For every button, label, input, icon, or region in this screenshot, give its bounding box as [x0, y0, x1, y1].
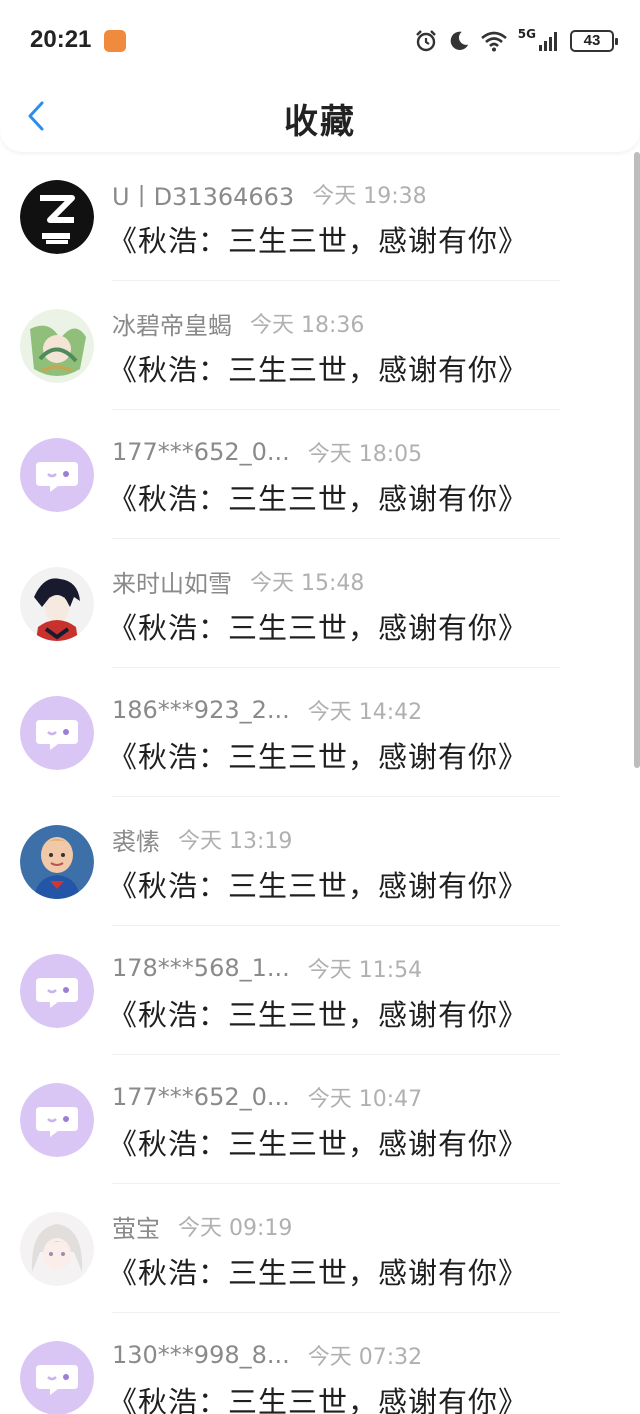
- username: 来时山如雪: [112, 569, 232, 598]
- avatar[interactable]: [20, 438, 94, 512]
- network-type-label: 5G: [517, 27, 536, 41]
- default-chat-avatar-icon: [20, 954, 94, 1028]
- timestamp: 今天 18:05: [307, 442, 423, 467]
- logo-avatar-icon: [20, 180, 94, 254]
- message-text: 《秋浩：三生三世，感谢有你》: [108, 998, 529, 1032]
- top-nav-bar: 收藏: [0, 80, 640, 152]
- timestamp: 今天 07:32: [307, 1345, 423, 1370]
- username: 177***652_0...: [112, 438, 290, 466]
- username: 186***923_2...: [112, 696, 290, 724]
- avatar[interactable]: [20, 1083, 94, 1157]
- status-time: 20:21: [30, 26, 92, 53]
- anime-dark-avatar-icon: [20, 567, 94, 641]
- username: 130***998_8...: [112, 1341, 290, 1369]
- list-item[interactable]: 130***998_8... 今天 07:32 《秋浩：三生三世，感谢有你》: [0, 1313, 640, 1414]
- default-chat-avatar-icon: [20, 438, 94, 512]
- timestamp: 今天 19:38: [312, 184, 427, 209]
- username: 178***568_1...: [112, 954, 290, 982]
- anime-white-avatar-icon: [20, 1212, 94, 1286]
- username: 裘愫: [112, 827, 160, 856]
- timestamp: 今天 15:48: [250, 571, 365, 596]
- timestamp: 今天 11:54: [307, 958, 423, 983]
- message-text: 《秋浩：三生三世，感谢有你》: [108, 869, 529, 903]
- message-text: 《秋浩：三生三世，感谢有你》: [108, 353, 529, 387]
- default-chat-avatar-icon: [20, 1341, 94, 1414]
- list-item[interactable]: 186***923_2... 今天 14:42 《秋浩：三生三世，感谢有你》: [0, 668, 640, 797]
- signal-icon: [539, 32, 557, 51]
- avatar[interactable]: [20, 696, 94, 770]
- list-item[interactable]: 177***652_0... 今天 18:05 《秋浩：三生三世，感谢有你》: [0, 410, 640, 539]
- list-item[interactable]: 来时山如雪 今天 15:48 《秋浩：三生三世，感谢有你》: [0, 539, 640, 668]
- username: 冰碧帝皇蝎: [112, 311, 232, 340]
- avatar[interactable]: [20, 180, 94, 254]
- avatar[interactable]: [20, 825, 94, 899]
- alarm-icon: [415, 30, 436, 52]
- message-text: 《秋浩：三生三世，感谢有你》: [108, 1127, 529, 1161]
- message-text: 《秋浩：三生三世，感谢有你》: [108, 740, 529, 774]
- timestamp: 今天 13:19: [178, 829, 293, 854]
- message-text: 《秋浩：三生三世，感谢有你》: [108, 611, 529, 645]
- message-text: 《秋浩：三生三世，感谢有你》: [108, 224, 529, 258]
- timestamp: 今天 10:47: [307, 1087, 423, 1112]
- list-item[interactable]: 177***652_0... 今天 10:47 《秋浩：三生三世，感谢有你》: [0, 1055, 640, 1184]
- avatar[interactable]: [20, 1341, 94, 1414]
- default-chat-avatar-icon: [20, 696, 94, 770]
- timestamp: 今天 14:42: [307, 700, 423, 725]
- username: U丨D31364663: [112, 182, 295, 211]
- username: 177***652_0...: [112, 1083, 290, 1111]
- list-item[interactable]: 178***568_1... 今天 11:54 《秋浩：三生三世，感谢有你》: [0, 926, 640, 1055]
- scrollbar[interactable]: [634, 152, 640, 768]
- list-item[interactable]: 冰碧帝皇蝎 今天 18:36 《秋浩：三生三世，感谢有你》: [0, 281, 640, 410]
- wifi-icon: [480, 31, 507, 52]
- list-item[interactable]: 萤宝 今天 09:19 《秋浩：三生三世，感谢有你》: [0, 1184, 640, 1313]
- page-title: 收藏: [284, 102, 356, 142]
- avatar[interactable]: [20, 309, 94, 383]
- status-icons: 5G 43: [414, 26, 618, 56]
- message-text: 《秋浩：三生三世，感谢有你》: [108, 482, 529, 516]
- avatar[interactable]: [20, 1212, 94, 1286]
- avatar[interactable]: [20, 954, 94, 1028]
- list-item[interactable]: U丨D31364663 今天 19:38 《秋浩：三生三世，感谢有你》: [0, 152, 640, 281]
- avatar[interactable]: [20, 567, 94, 641]
- do-not-disturb-moon-icon: [450, 31, 468, 50]
- photo-child-avatar-icon: [20, 825, 94, 899]
- timestamp: 今天 18:36: [250, 313, 365, 338]
- timestamp: 今天 09:19: [178, 1216, 293, 1241]
- default-chat-avatar-icon: [20, 1083, 94, 1157]
- username: 萤宝: [112, 1214, 160, 1243]
- anime-green-avatar-icon: [20, 309, 94, 383]
- status-bar: 20:21 5G 43: [0, 0, 640, 80]
- message-text: 《秋浩：三生三世，感谢有你》: [108, 1256, 529, 1290]
- message-text: 《秋浩：三生三世，感谢有你》: [108, 1385, 529, 1414]
- list-item[interactable]: 裘愫 今天 13:19 《秋浩：三生三世，感谢有你》: [0, 797, 640, 926]
- app-notification-icon: [104, 30, 126, 52]
- favorites-list: U丨D31364663 今天 19:38 《秋浩：三生三世，感谢有你》 冰碧帝皇…: [0, 152, 640, 1414]
- battery-icon: 43: [570, 30, 618, 52]
